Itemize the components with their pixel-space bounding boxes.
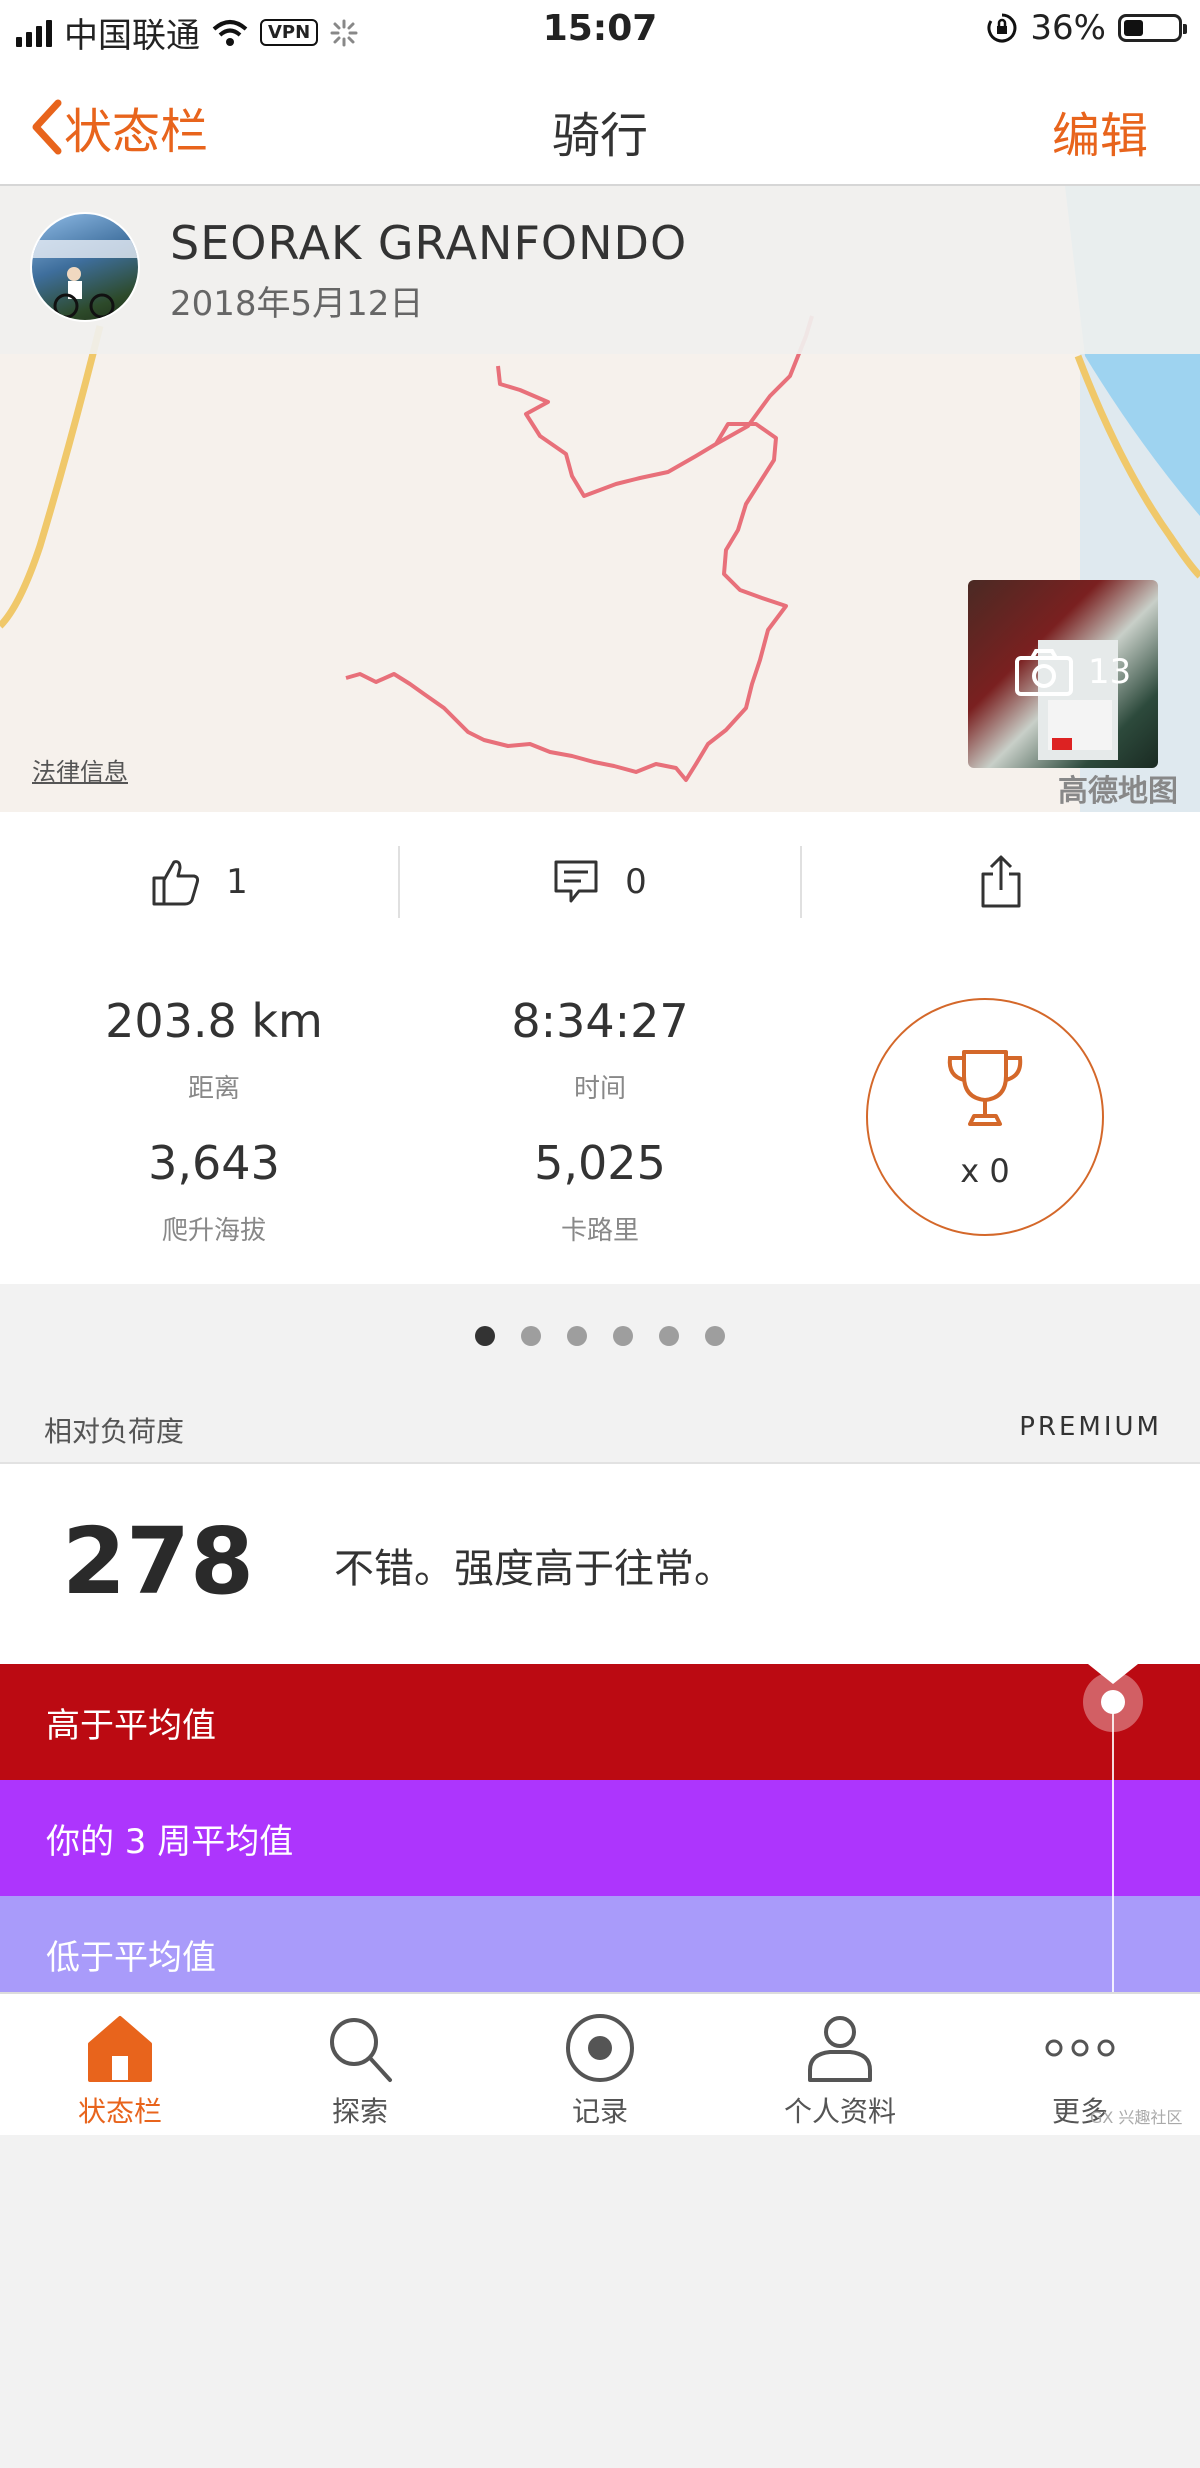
record-icon xyxy=(566,2014,634,2082)
page-dot[interactable] xyxy=(705,1326,725,1346)
band-three-week-average: 你的 3 周平均值 xyxy=(0,1780,1200,1896)
activity-name: SEORAK GRANFONDO xyxy=(170,216,688,270)
stat-elevation-value: 3,643 xyxy=(148,1136,280,1190)
band-label: 你的 3 周平均值 xyxy=(46,1821,294,1862)
nav-bar: 状态栏 骑行 编辑 xyxy=(0,60,1200,186)
status-bar: 中国联通 VPN 15:07 36% xyxy=(0,0,1200,60)
avatar[interactable] xyxy=(30,212,140,322)
comment-icon xyxy=(554,860,598,903)
more-icon xyxy=(1045,2039,1115,2057)
watermark: GX 兴趣社区 xyxy=(1090,2108,1183,2127)
kudos-count: 1 xyxy=(226,862,248,902)
thumbs-up-icon xyxy=(152,860,200,906)
page-dot[interactable] xyxy=(613,1326,633,1346)
band-above-average: 高于平均值 xyxy=(0,1664,1200,1780)
map-legal-link[interactable]: 法律信息 xyxy=(32,752,128,787)
comment-count: 0 xyxy=(625,862,647,902)
camera-icon xyxy=(1015,649,1073,696)
share-icon xyxy=(981,855,1021,908)
section-title: 相对负荷度 xyxy=(44,1415,185,1448)
search-icon xyxy=(330,2018,392,2082)
home-icon xyxy=(88,2016,152,2082)
battery-percent: 36% xyxy=(1030,8,1106,48)
profile-icon xyxy=(808,2016,872,2082)
battery-icon xyxy=(1118,14,1187,42)
page-dot[interactable] xyxy=(659,1326,679,1346)
page-dot[interactable] xyxy=(567,1326,587,1346)
map-provider-logo: 高德地图 xyxy=(1058,774,1178,809)
social-actions: 1 0 xyxy=(0,812,1200,954)
stat-calories-label: 卡路里 xyxy=(560,1216,639,1246)
edit-button[interactable]: 编辑 xyxy=(1052,96,1148,166)
stat-distance-label: 距离 xyxy=(187,1074,240,1104)
tab-feed[interactable]: 状态栏 xyxy=(0,1994,240,2135)
tab-label: 记录 xyxy=(571,2095,628,2128)
effort-marker-line xyxy=(1112,1700,1114,2000)
page-dot[interactable] xyxy=(475,1326,495,1346)
page-indicator[interactable] xyxy=(0,1326,1200,1346)
page-dot[interactable] xyxy=(521,1326,541,1346)
tab-bar: 状态栏 探索 记录 个人资料 更多 xyxy=(0,1992,1200,2135)
tab-record[interactable]: 记录 xyxy=(480,1994,720,2135)
tab-explore[interactable]: 探索 xyxy=(240,1994,480,2135)
rotation-lock-icon xyxy=(987,13,1017,43)
stat-elevation-label: 爬升海拔 xyxy=(161,1216,266,1246)
trophy-icon xyxy=(947,1050,1023,1126)
stat-time-label: 时间 xyxy=(573,1074,626,1104)
photo-count: 13 xyxy=(1088,652,1132,692)
relative-effort-score: 278 xyxy=(62,1508,255,1615)
tab-label: 个人资料 xyxy=(783,2095,896,2128)
comment-button[interactable]: 0 xyxy=(400,812,798,952)
achievement-count: x 0 xyxy=(960,1152,1010,1190)
band-label: 低于平均值 xyxy=(46,1937,216,1978)
status-right: 36% xyxy=(986,8,1187,48)
share-button[interactable] xyxy=(802,812,1200,952)
route-path xyxy=(345,365,788,782)
relative-effort-description: 不错。强度高于往常。 xyxy=(334,1546,734,1592)
kudos-button[interactable]: 1 xyxy=(0,812,398,952)
premium-badge: PREMIUM xyxy=(1019,1412,1162,1442)
activity-header[interactable] xyxy=(0,186,1200,354)
stat-distance-value: 203.8 km xyxy=(105,994,323,1048)
stat-calories-value: 5,025 xyxy=(534,1136,666,1190)
band-label: 高于平均值 xyxy=(46,1705,216,1746)
page-title: 骑行 xyxy=(551,108,648,164)
tab-profile[interactable]: 个人资料 xyxy=(720,1994,960,2135)
effort-marker-dot xyxy=(1101,1690,1125,1714)
tab-label: 探索 xyxy=(331,2095,388,2128)
activity-date: 2018年5月12日 xyxy=(170,284,424,324)
avatar-photo-icon xyxy=(32,240,138,319)
tab-label: 状态栏 xyxy=(77,2095,162,2128)
stat-time-value: 8:34:27 xyxy=(511,994,689,1048)
